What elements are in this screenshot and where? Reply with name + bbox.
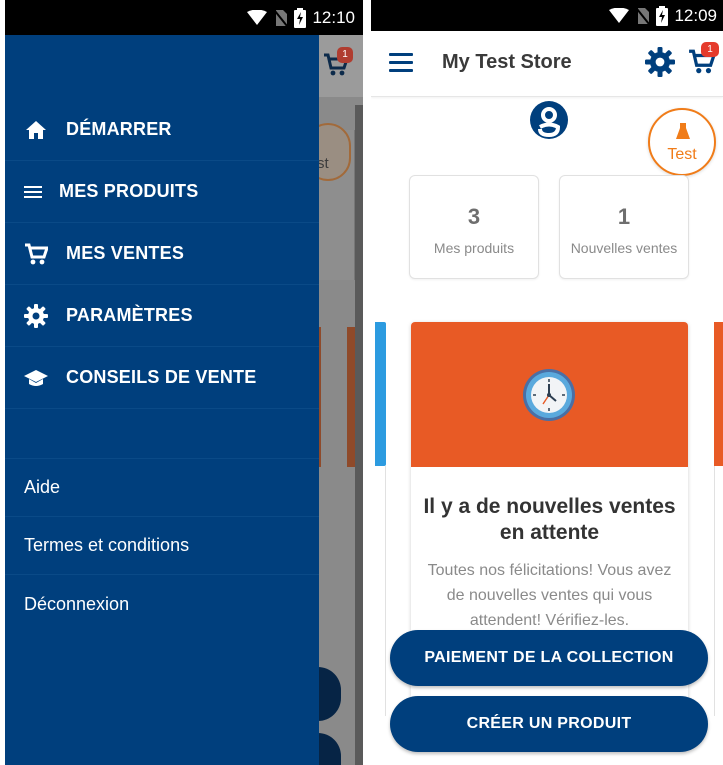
battery-charging-icon	[656, 5, 669, 26]
test-mode-badge[interactable]: Test	[648, 108, 716, 176]
right-phone-screen: 12:09 My Test Store 1 Test 3 Mes produit…	[371, 0, 723, 765]
create-product-button[interactable]: CRÉER UN PRODUIT	[390, 696, 708, 752]
stat-label: Nouvelles ventes	[570, 240, 678, 256]
cart-badge: 1	[337, 47, 353, 63]
drawer-link-aide[interactable]: Aide	[5, 459, 319, 517]
drawer-link-logout[interactable]: Déconnexion	[5, 575, 319, 633]
brand-logo	[530, 101, 568, 139]
status-time: 12:09	[674, 5, 717, 25]
no-sim-icon	[274, 9, 289, 27]
gear-icon[interactable]	[645, 47, 675, 77]
carousel-next-card[interactable]	[714, 322, 723, 466]
promo-banner	[411, 322, 688, 467]
drawer-menu: DÉMARRER MES PRODUITS MES VENTES PARAMÈT…	[5, 99, 319, 633]
no-sim-icon	[636, 7, 651, 25]
clock-icon	[523, 369, 575, 421]
drawer-link-terms[interactable]: Termes et conditions	[5, 517, 319, 575]
menu-item-label: CONSEILS DE VENTE	[66, 367, 257, 387]
menu-item-label: DÉMARRER	[66, 119, 172, 139]
left-phone-screen: 12:10 1 st DÉMARRER MES PRODUITS MES VEN…	[5, 0, 363, 765]
app-header: My Test Store 1	[371, 31, 723, 97]
menu-item-mes-ventes[interactable]: MES VENTES	[5, 223, 319, 285]
gear-icon	[23, 303, 49, 329]
menu-icon[interactable]	[389, 53, 413, 73]
status-bar: 12:10	[5, 0, 363, 35]
collection-payment-button[interactable]: PAIEMENT DE LA COLLECTION	[390, 630, 708, 686]
stat-card-products[interactable]: 3 Mes produits	[409, 175, 539, 279]
home-icon	[23, 117, 49, 143]
cart-icon	[23, 241, 49, 267]
menu-item-label: MES VENTES	[66, 243, 185, 263]
battery-charging-icon	[294, 7, 307, 28]
carousel-prev-card[interactable]	[375, 322, 386, 466]
list-icon	[23, 179, 43, 205]
graduation-cap-icon	[23, 365, 49, 391]
stat-label: Mes produits	[433, 240, 515, 256]
stat-value: 3	[467, 204, 481, 229]
scrollbar	[355, 105, 363, 765]
wifi-icon	[247, 9, 268, 25]
wifi-icon	[609, 7, 630, 23]
menu-item-parametres[interactable]: PARAMÈTRES	[5, 285, 319, 347]
screenshot-root: 12:10 1 st DÉMARRER MES PRODUITS MES VEN…	[0, 0, 723, 765]
menu-item-label: MES PRODUITS	[59, 181, 199, 201]
promo-body: Toutes nos félicitations! Vous avez de n…	[427, 562, 672, 629]
flask-icon	[676, 123, 690, 139]
menu-item-demarrer[interactable]: DÉMARRER	[5, 99, 319, 161]
stat-card-new-sales[interactable]: 1 Nouvelles ventes	[559, 175, 689, 279]
cart-badge: 1	[701, 42, 719, 57]
menu-item-conseils-de-vente[interactable]: CONSEILS DE VENTE	[5, 347, 319, 409]
stat-value: 1	[617, 204, 631, 229]
navigation-drawer: DÉMARRER MES PRODUITS MES VENTES PARAMÈT…	[5, 35, 319, 765]
status-bar: 12:09	[371, 0, 723, 31]
status-time: 12:10	[312, 7, 355, 27]
menu-item-label: PARAMÈTRES	[66, 305, 193, 325]
promo-title: Il y a de nouvelles ventes en attente	[423, 495, 676, 544]
menu-item-mes-produits[interactable]: MES PRODUITS	[5, 161, 319, 223]
store-title: My Test Store	[442, 51, 572, 73]
